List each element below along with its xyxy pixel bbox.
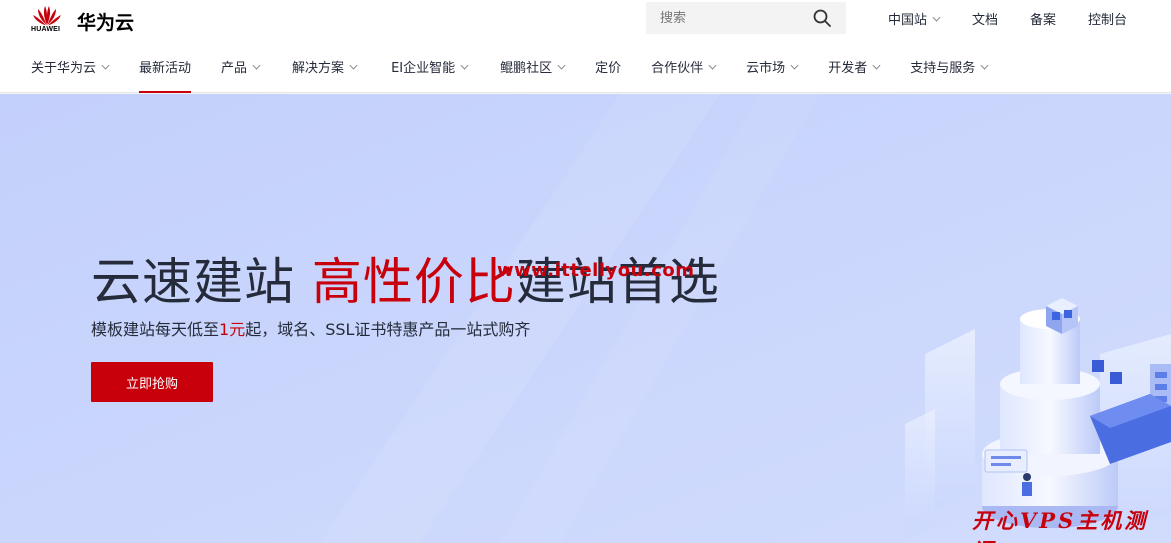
chevron-down-icon xyxy=(872,61,881,69)
top-bar: HUAWEI 华为云 中国站 文档 备案 控制台 xyxy=(0,0,1171,40)
hero-subtitle-prefix: 模板建站每天低至 xyxy=(91,320,220,339)
nav-item-products[interactable]: 产品 xyxy=(221,40,261,93)
search-box xyxy=(646,2,846,34)
hero-subtitle: 模板建站每天低至1元起，域名、SSL证书特惠产品一站式购齐 xyxy=(91,316,530,340)
hero-banner[interactable]: 云速建站 高性价比建站首选 www.ittellyou.com 模板建站每天低至… xyxy=(0,94,1171,543)
nav-item-label: 最新活动 xyxy=(139,61,192,76)
brand-name[interactable]: 华为云 xyxy=(77,8,134,35)
nav-item-solutions[interactable]: 解决方案 xyxy=(292,40,358,93)
hero-subtitle-price: 1元 xyxy=(219,320,246,339)
nav-item-label: 产品 xyxy=(221,61,248,76)
main-nav: 关于华为云 最新活动 产品 解决方案 EI企业智能 鲲鹏社区 定价 合作伙伴 云… xyxy=(0,40,1171,93)
hero-title-highlight: 高性价比 xyxy=(311,253,516,311)
chevron-down-icon xyxy=(932,13,941,21)
chevron-down-icon xyxy=(460,61,469,69)
docs-label: 文档 xyxy=(972,13,999,28)
nav-item-ei[interactable]: EI企业智能 xyxy=(391,40,469,93)
console-label: 控制台 xyxy=(1088,13,1128,28)
nav-item-label: 云市场 xyxy=(746,61,786,76)
hero-title-prefix: 云速建站 xyxy=(91,253,312,311)
nav-item-about[interactable]: 关于华为云 xyxy=(31,40,110,93)
chevron-down-icon xyxy=(708,61,717,69)
chevron-down-icon xyxy=(101,61,110,69)
filing-label: 备案 xyxy=(1030,13,1057,28)
region-selector[interactable]: 中国站 xyxy=(888,9,941,28)
huawei-petals-icon xyxy=(33,6,61,26)
nav-item-label: 定价 xyxy=(595,61,622,76)
nav-item-label: 鲲鹏社区 xyxy=(500,61,553,76)
nav-item-label: 支持与服务 xyxy=(910,61,976,76)
nav-item-label: 合作伙伴 xyxy=(651,61,704,76)
watermark-url: www.ittellyou.com xyxy=(497,260,695,281)
chevron-down-icon xyxy=(252,61,261,69)
watermark-corner: 开心VPS主机测评 xyxy=(972,508,1149,543)
search-input[interactable] xyxy=(646,2,806,34)
nav-item-pricing[interactable]: 定价 xyxy=(595,40,621,93)
nav-item-latest-activities[interactable]: 最新活动 xyxy=(139,40,192,93)
nav-item-marketplace[interactable]: 云市场 xyxy=(746,40,799,93)
nav-item-label: EI企业智能 xyxy=(391,61,456,76)
chevron-down-icon xyxy=(349,61,358,69)
nav-item-label: 关于华为云 xyxy=(31,61,97,76)
logo-wordmark: HUAWEI xyxy=(31,26,61,33)
nav-item-label: 解决方案 xyxy=(292,61,345,76)
chevron-down-icon xyxy=(790,61,799,69)
chevron-down-icon xyxy=(980,61,989,69)
nav-item-label: 开发者 xyxy=(828,61,868,76)
chevron-down-icon xyxy=(557,61,566,69)
nav-item-kunpeng[interactable]: 鲲鹏社区 xyxy=(500,40,566,93)
top-links: 中国站 文档 备案 控制台 xyxy=(888,9,1127,28)
nav-item-developers[interactable]: 开发者 xyxy=(828,40,881,93)
region-label: 中国站 xyxy=(888,13,928,28)
nav-item-partners[interactable]: 合作伙伴 xyxy=(651,40,717,93)
hero-subtitle-suffix: 起，域名、SSL证书特惠产品一站式购齐 xyxy=(245,320,531,339)
console-link[interactable]: 控制台 xyxy=(1088,9,1127,28)
docs-link[interactable]: 文档 xyxy=(972,9,998,28)
filing-link[interactable]: 备案 xyxy=(1030,9,1056,28)
search-icon[interactable] xyxy=(812,8,832,28)
buy-now-button[interactable]: 立即抢购 xyxy=(91,362,213,402)
nav-item-support[interactable]: 支持与服务 xyxy=(910,40,989,93)
